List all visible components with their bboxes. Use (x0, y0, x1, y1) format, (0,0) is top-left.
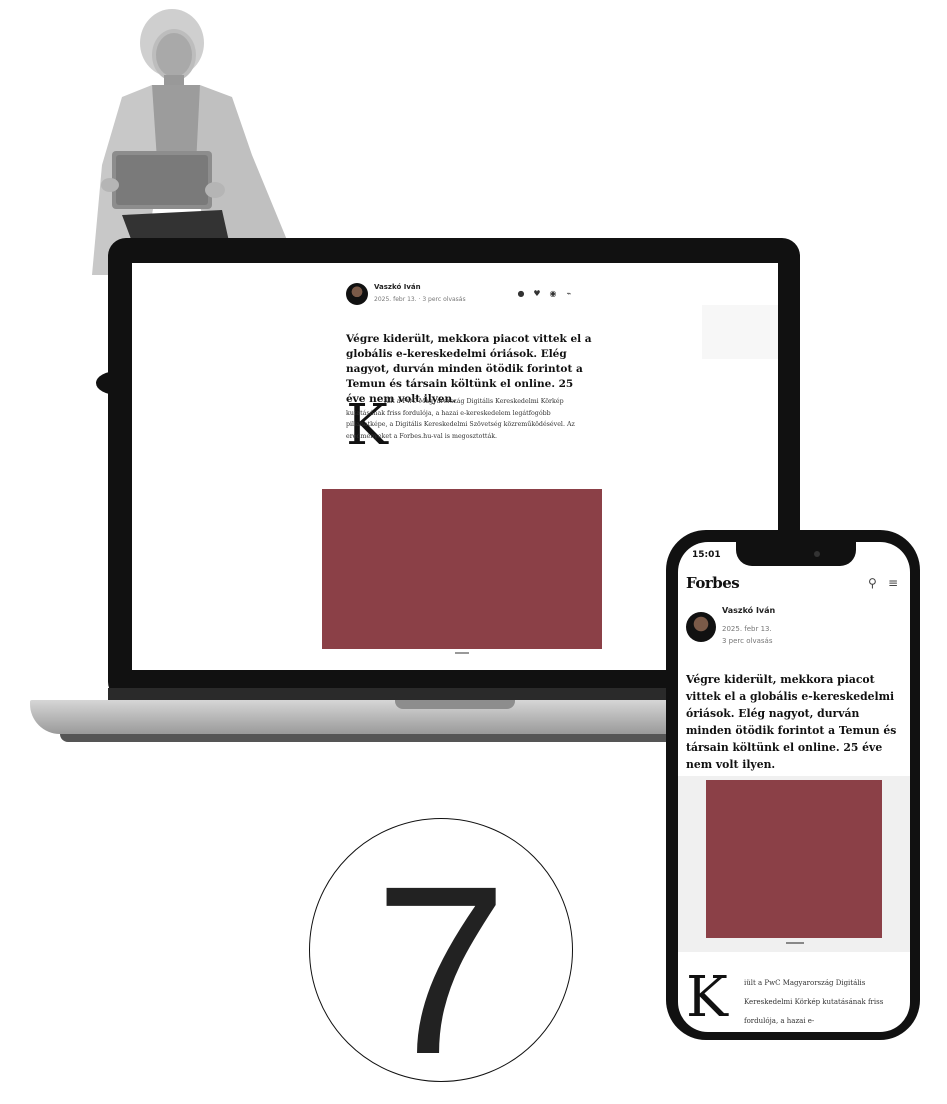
article-lead: iült a PwC Magyarország Digitális Keresk… (346, 396, 594, 442)
article-date: 2025. febr 13. (722, 625, 772, 633)
twitter-icon[interactable]: ♥ (532, 289, 542, 298)
link-icon[interactable]: ⌁ (564, 289, 574, 298)
article-image (322, 489, 602, 649)
article-lead-text: iült a PwC Magyarország Digitális Keresk… (346, 398, 575, 440)
author-avatar (686, 612, 716, 642)
image-indicator (455, 652, 469, 654)
phone-screen: 15:01 Forbes ⚲ ≡ Vaszkó Iván 2025. febr … (678, 542, 910, 1032)
sidebar-panel (702, 305, 778, 359)
number-badge: 7 (374, 836, 508, 1104)
article-meta: 2025. febr 13. · 3 perc olvasás (374, 296, 466, 303)
share-icons: ● ♥ ◉ ⌁ (516, 289, 574, 298)
status-time: 15:01 (692, 550, 721, 560)
site-logo[interactable]: Forbes (686, 574, 740, 592)
camera-icon (814, 551, 820, 557)
laptop-trackpad-notch (395, 700, 515, 709)
author-name[interactable]: Vaszkó Iván (722, 606, 775, 615)
phone-notch (736, 542, 856, 566)
facebook-icon[interactable]: ● (516, 289, 526, 298)
email-icon[interactable]: ◉ (548, 289, 558, 298)
author-name[interactable]: Vaszkó Iván (374, 283, 421, 291)
dropcap: K (686, 965, 728, 1030)
search-icon[interactable]: ⚲ (868, 576, 877, 590)
article-image (706, 780, 882, 938)
article-lead: iült a PwC Magyarország Digitális Keresk… (744, 979, 884, 1025)
image-indicator (786, 942, 804, 944)
article-headline: Végre kiderült, mekkora piacot vittek el… (686, 673, 897, 771)
menu-icon[interactable]: ≡ (888, 576, 898, 590)
read-time: 3 perc olvasás (722, 637, 773, 645)
author-avatar (346, 283, 368, 305)
